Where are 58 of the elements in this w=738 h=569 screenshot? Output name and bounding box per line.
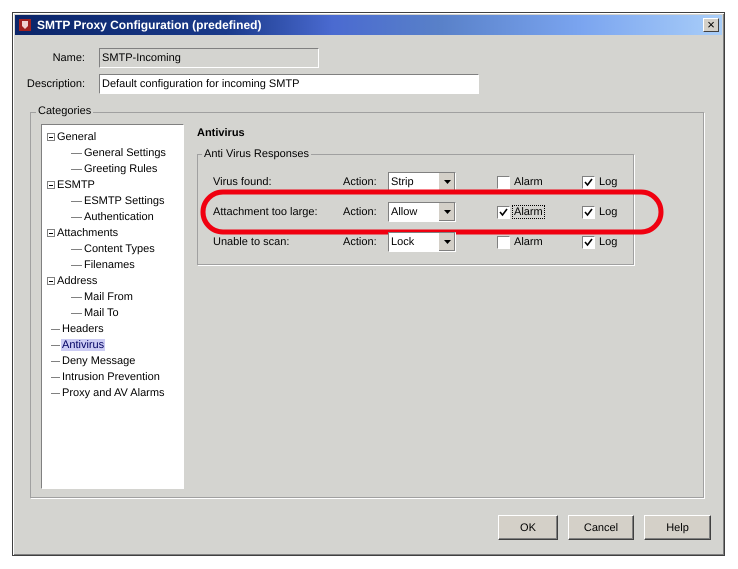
tree-item[interactable]: Greeting Rules	[83, 163, 158, 175]
collapse-icon[interactable]	[47, 133, 55, 141]
field-label: Name:	[52, 52, 85, 64]
checkbox-label: Alarm	[513, 176, 544, 188]
field-label: Description:	[26, 78, 85, 90]
tree-item[interactable]: Mail From	[83, 291, 134, 303]
row-label: Attachment too large:	[213, 206, 319, 218]
window-title: SMTP Proxy Configuration (predefined)	[37, 18, 262, 32]
tree-item[interactable]: ESMTP	[56, 179, 96, 191]
group-title: Categories	[36, 105, 94, 117]
dialog-button[interactable]: Help	[644, 515, 711, 540]
caret-icon	[444, 240, 450, 244]
tree-item[interactable]: Headers	[61, 323, 105, 335]
checkbox-label: Log	[598, 236, 618, 248]
checkbox[interactable]	[582, 176, 595, 188]
checkbox-label: Alarm	[513, 206, 544, 218]
collapse-icon[interactable]	[47, 277, 55, 285]
caret-icon	[444, 180, 450, 184]
checkbox[interactable]	[497, 176, 510, 188]
caret-icon	[444, 210, 450, 214]
checkbox-label: Log	[598, 206, 618, 218]
panel-heading: Antivirus	[197, 127, 246, 139]
tree-item[interactable]: General	[56, 131, 98, 143]
dialog-button[interactable]: OK	[498, 515, 558, 540]
tree-item[interactable]: Attachments	[56, 227, 120, 239]
close-button[interactable]: ×	[703, 18, 719, 32]
tree-item[interactable]: General Settings	[83, 147, 167, 159]
tree-item[interactable]: Intrusion Prevention	[61, 371, 161, 383]
category-tree[interactable]	[41, 124, 184, 489]
dialog-button[interactable]: Cancel	[568, 515, 634, 540]
collapse-icon[interactable]	[47, 229, 55, 237]
text-field[interactable]: Default configuration for incoming SMTP	[99, 74, 479, 94]
tree-item[interactable]: Antivirus	[61, 339, 106, 351]
checkbox[interactable]	[582, 236, 595, 248]
action-dropdown[interactable]: Allow	[388, 202, 456, 222]
checkbox[interactable]	[582, 206, 595, 218]
tree-item[interactable]: Filenames	[83, 259, 136, 271]
tree-item[interactable]: Mail To	[83, 307, 120, 319]
tree-item[interactable]: ESMTP Settings	[83, 195, 166, 207]
row-label: Virus found:	[213, 176, 273, 188]
tree-item[interactable]: Content Types	[83, 243, 156, 255]
action-label: Action:	[343, 236, 378, 248]
action-dropdown[interactable]: Lock	[388, 232, 456, 252]
checkbox-label: Alarm	[513, 236, 544, 248]
action-dropdown[interactable]: Strip	[388, 172, 456, 192]
tree-item[interactable]: Address	[56, 275, 98, 287]
action-label: Action:	[343, 176, 378, 188]
action-label: Action:	[343, 206, 378, 218]
checkbox[interactable]	[497, 206, 510, 218]
tree-item[interactable]: Authentication	[83, 211, 155, 223]
row-label: Unable to scan:	[213, 236, 290, 248]
tree-item[interactable]: Proxy and AV Alarms	[61, 387, 166, 399]
group-title: Anti Virus Responses	[202, 148, 311, 160]
collapse-icon[interactable]	[47, 181, 55, 189]
tree-item[interactable]: Deny Message	[61, 355, 136, 367]
shield-icon	[18, 18, 32, 32]
checkbox-label: Log	[598, 176, 618, 188]
checkbox[interactable]	[497, 236, 510, 248]
